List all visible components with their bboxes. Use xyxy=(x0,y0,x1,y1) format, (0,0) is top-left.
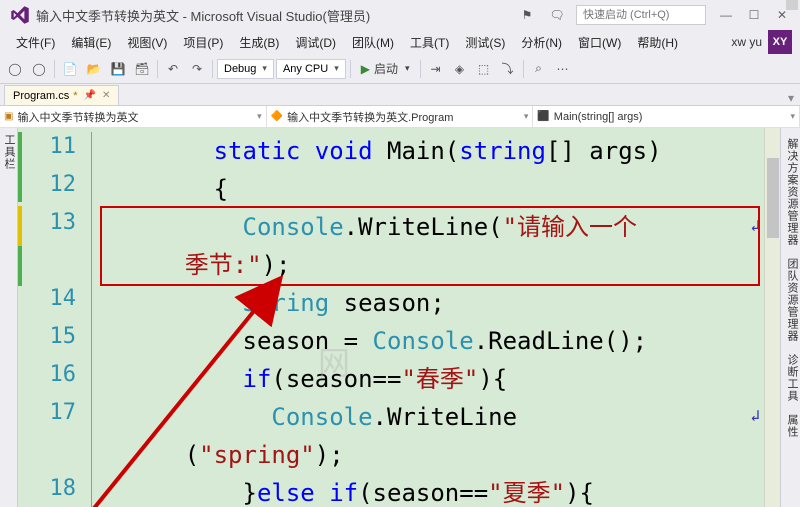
nav-back-icon[interactable]: ◯ xyxy=(4,58,26,80)
step-icon[interactable]: ⇥ xyxy=(425,58,447,80)
left-dock-tab[interactable]: 工具栏 xyxy=(0,128,18,507)
save-icon[interactable]: 💾 xyxy=(107,58,129,80)
menu-help[interactable]: 帮助(H) xyxy=(629,32,686,53)
document-tabs: Program.cs * 📌 ✕ ▾ xyxy=(0,84,800,106)
toolbar: ◯ ◯ 📄 📂 💾 🗃 ↶ ↷ Debug Any CPU ▶启动▾ ⇥ ◈ ⬚… xyxy=(0,54,800,84)
tab-overflow-icon[interactable]: ▾ xyxy=(782,91,800,105)
class-icon: 🔶 xyxy=(271,111,283,122)
menu-view[interactable]: 视图(V) xyxy=(119,32,175,53)
navigator-bar: ▣输入中文季节转换为英文 🔶输入中文季节转换为英文.Program ⬛Main(… xyxy=(0,106,800,128)
menu-tools[interactable]: 工具(T) xyxy=(402,32,457,53)
minimize-button[interactable]: — xyxy=(712,5,740,25)
stepover-icon[interactable]: ⤵ xyxy=(497,58,519,80)
new-file-icon[interactable]: 📄 xyxy=(59,58,81,80)
menu-analyze[interactable]: 分析(N) xyxy=(513,32,570,53)
menu-test[interactable]: 测试(S) xyxy=(457,32,513,53)
menu-build[interactable]: 生成(B) xyxy=(231,32,287,53)
quick-launch-input[interactable] xyxy=(576,5,706,25)
pin-icon[interactable]: 📌 xyxy=(84,90,96,101)
nav-scope[interactable]: ▣输入中文季节转换为英文 xyxy=(0,106,267,127)
nav-fwd-icon[interactable]: ◯ xyxy=(28,58,50,80)
tab-program-cs[interactable]: Program.cs * 📌 ✕ xyxy=(4,85,119,105)
outline-track xyxy=(88,128,98,507)
title-bar: 输入中文季节转换为英文 - Microsoft Visual Studio(管理… xyxy=(0,0,800,30)
modification-bar xyxy=(18,128,22,507)
play-icon: ▶ xyxy=(361,62,370,76)
nav-member[interactable]: ⬛Main(string[] args) xyxy=(533,106,800,127)
dock-properties[interactable]: 属性 xyxy=(781,412,800,440)
flag-icon[interactable]: ⚑ xyxy=(516,4,538,26)
vs-logo-icon xyxy=(10,5,30,25)
csproj-icon: ▣ xyxy=(4,111,13,122)
nav-class[interactable]: 🔶输入中文季节转换为英文.Program xyxy=(267,106,534,127)
split-handle[interactable] xyxy=(786,0,798,10)
platform-combo[interactable]: Any CPU xyxy=(276,59,346,79)
right-dock: 解决方案资源管理器 团队资源管理器 诊断工具 属性 xyxy=(780,128,800,507)
menu-team[interactable]: 团队(M) xyxy=(344,32,402,53)
bp-icon[interactable]: ◈ xyxy=(449,58,471,80)
menu-debug[interactable]: 调试(D) xyxy=(287,32,344,53)
user-name[interactable]: xw yu xyxy=(731,35,762,49)
vertical-scrollbar[interactable] xyxy=(764,128,780,507)
undo-icon[interactable]: ↶ xyxy=(162,58,184,80)
open-icon[interactable]: 📂 xyxy=(83,58,105,80)
method-icon: ⬛ xyxy=(537,111,549,122)
scroll-thumb[interactable] xyxy=(767,158,779,238)
code-content[interactable]: static void Main(string[] args) { Consol… xyxy=(98,128,764,507)
menu-window[interactable]: 窗口(W) xyxy=(570,32,629,53)
proc-icon[interactable]: ⬚ xyxy=(473,58,495,80)
modified-indicator: * xyxy=(73,90,77,102)
dock-solution-explorer[interactable]: 解决方案资源管理器 xyxy=(781,136,800,248)
feedback-icon[interactable]: 🗨 xyxy=(546,4,568,26)
code-editor[interactable]: 111213141516171819 static void Main(stri… xyxy=(18,128,780,507)
user-avatar[interactable]: XY xyxy=(768,30,792,54)
menu-bar: 文件(F) 编辑(E) 视图(V) 项目(P) 生成(B) 调试(D) 团队(M… xyxy=(0,30,800,54)
find-icon[interactable]: ⌕ xyxy=(528,58,550,80)
save-all-icon[interactable]: 🗃 xyxy=(131,58,153,80)
comment-icon[interactable]: ⋯ xyxy=(552,58,574,80)
close-tab-icon[interactable]: ✕ xyxy=(102,90,110,101)
line-number-gutter: 111213141516171819 xyxy=(18,128,88,507)
redo-icon[interactable]: ↷ xyxy=(186,58,208,80)
tab-label: Program.cs xyxy=(13,90,69,102)
start-debug-button[interactable]: ▶启动▾ xyxy=(355,59,416,78)
config-combo[interactable]: Debug xyxy=(217,59,274,79)
dock-team-explorer[interactable]: 团队资源管理器 xyxy=(781,256,800,344)
maximize-button[interactable]: ☐ xyxy=(740,5,768,25)
dock-diagnostics[interactable]: 诊断工具 xyxy=(781,352,800,404)
menu-edit[interactable]: 编辑(E) xyxy=(63,32,119,53)
menu-project[interactable]: 项目(P) xyxy=(175,32,231,53)
menu-file[interactable]: 文件(F) xyxy=(8,32,63,53)
window-title: 输入中文季节转换为英文 - Microsoft Visual Studio(管理… xyxy=(36,6,370,25)
